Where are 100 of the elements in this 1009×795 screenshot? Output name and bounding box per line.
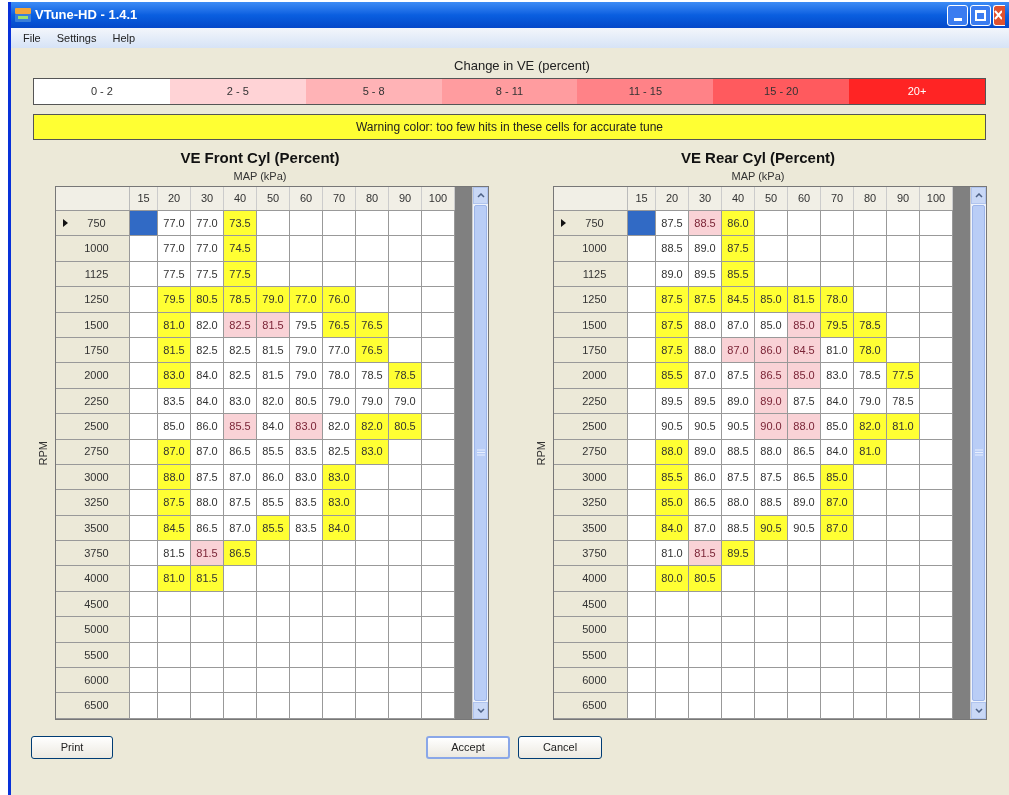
column-header[interactable]: 50 [755,187,788,210]
row-header[interactable]: 6500 [56,693,130,718]
minimize-button[interactable] [947,4,968,26]
table-cell[interactable]: 85.5 [224,414,257,439]
table-cell[interactable]: 87.5 [722,236,755,261]
table-cell[interactable]: 86.5 [755,363,788,388]
table-cell[interactable]: 83.0 [323,490,356,515]
row-header[interactable]: 2250 [554,388,628,414]
table-cell[interactable]: 81.5 [158,337,191,363]
table-cell[interactable]: 84.5 [788,337,821,363]
row-header[interactable]: 2000 [554,363,628,388]
table-cell[interactable]: 88.0 [788,414,821,439]
current-cell[interactable] [628,211,656,236]
table-cell[interactable]: 89.0 [755,388,788,414]
row-header[interactable]: 5000 [56,617,130,642]
column-header[interactable]: 70 [821,187,854,210]
table-cell[interactable]: 87.0 [821,490,854,515]
table-cell[interactable]: 82.0 [854,414,887,439]
table-cell[interactable]: 83.0 [290,414,323,439]
row-header[interactable]: 6500 [554,693,628,718]
menu-item[interactable]: Help [106,29,142,47]
column-header[interactable]: 80 [854,187,887,210]
dialog-button[interactable]: Accept [426,735,510,759]
table-cell[interactable]: 84.0 [656,515,689,541]
column-header[interactable]: 70 [323,187,356,210]
row-header[interactable]: 3000 [56,464,130,490]
table-cell[interactable]: 89.5 [722,541,755,566]
row-header[interactable]: 4000 [56,566,130,591]
table-cell[interactable]: 83.0 [158,363,191,388]
scrollbar[interactable] [970,187,986,719]
table-cell[interactable]: 84.5 [158,515,191,541]
row-header[interactable]: 6000 [554,668,628,693]
row-header[interactable]: 4500 [554,591,628,617]
table-cell[interactable]: 77.5 [224,261,257,287]
row-header[interactable]: 2250 [56,388,130,414]
row-header[interactable]: 3250 [554,490,628,515]
table-cell[interactable]: 78.5 [854,312,887,337]
column-header[interactable]: 15 [130,187,158,210]
row-header[interactable]: 2750 [56,439,130,464]
menu-item[interactable]: File [17,29,47,47]
row-header[interactable]: 2000 [56,363,130,388]
table-cell[interactable]: 85.5 [656,363,689,388]
table-cell[interactable]: 81.5 [191,566,224,591]
row-header[interactable]: 5000 [554,617,628,642]
row-header[interactable]: 3250 [56,490,130,515]
table-cell[interactable]: 83.0 [356,439,389,464]
table-cell[interactable]: 81.0 [158,312,191,337]
table-cell[interactable]: 81.0 [854,439,887,464]
table-cell[interactable]: 81.0 [158,566,191,591]
table-cell[interactable]: 79.5 [821,312,854,337]
row-header[interactable]: 1125 [554,261,628,287]
row-header[interactable]: 1125 [56,261,130,287]
column-header[interactable]: 40 [722,187,755,210]
table-cell[interactable]: 85.5 [656,464,689,490]
dialog-button[interactable]: Cancel [518,735,602,759]
table-cell[interactable]: 87.0 [722,337,755,363]
row-header[interactable]: 1000 [56,236,130,261]
table-cell[interactable]: 84.5 [722,287,755,312]
row-header[interactable]: 2750 [554,439,628,464]
row-header[interactable]: 1000 [554,236,628,261]
current-cell[interactable] [130,211,158,236]
table-cell[interactable]: 78.5 [389,363,422,388]
table-cell[interactable]: 87.5 [158,490,191,515]
row-header[interactable]: 5500 [554,642,628,668]
column-header[interactable]: 90 [389,187,422,210]
column-header[interactable]: 80 [356,187,389,210]
column-header[interactable]: 90 [887,187,920,210]
table-cell[interactable]: 80.0 [656,566,689,591]
scrollbar[interactable] [472,187,488,719]
row-header[interactable]: 1250 [554,287,628,312]
close-button[interactable] [993,4,1005,26]
table-cell[interactable]: 80.5 [689,566,722,591]
row-header[interactable]: 4000 [554,566,628,591]
table-cell[interactable]: 87.0 [821,515,854,541]
row-header[interactable]: 2500 [554,414,628,439]
table-cell[interactable]: 76.5 [356,312,389,337]
row-header[interactable]: 1750 [56,337,130,363]
table-cell[interactable]: 78.5 [224,287,257,312]
table-cell[interactable]: 80.5 [389,414,422,439]
table-cell[interactable]: 78.0 [854,337,887,363]
maximize-button[interactable] [970,4,991,26]
column-header[interactable]: 30 [191,187,224,210]
table-cell[interactable]: 85.5 [257,515,290,541]
row-header[interactable]: 1500 [554,312,628,337]
table-cell[interactable]: 85.0 [788,312,821,337]
table-cell[interactable]: 90.0 [755,414,788,439]
column-header[interactable]: 50 [257,187,290,210]
table-cell[interactable]: 84.0 [323,515,356,541]
table-cell[interactable]: 76.0 [323,287,356,312]
row-header[interactable]: 3500 [554,515,628,541]
row-header[interactable]: 3750 [554,541,628,566]
row-header[interactable]: 4500 [56,591,130,617]
table-cell[interactable]: 77.0 [290,287,323,312]
table-cell[interactable]: 82.5 [224,312,257,337]
table-cell[interactable]: 87.5 [656,287,689,312]
table-cell[interactable]: 86.5 [224,541,257,566]
table-cell[interactable]: 85.5 [722,261,755,287]
table-cell[interactable]: 79.0 [257,287,290,312]
column-header[interactable]: 40 [224,187,257,210]
row-header[interactable]: 1250 [56,287,130,312]
